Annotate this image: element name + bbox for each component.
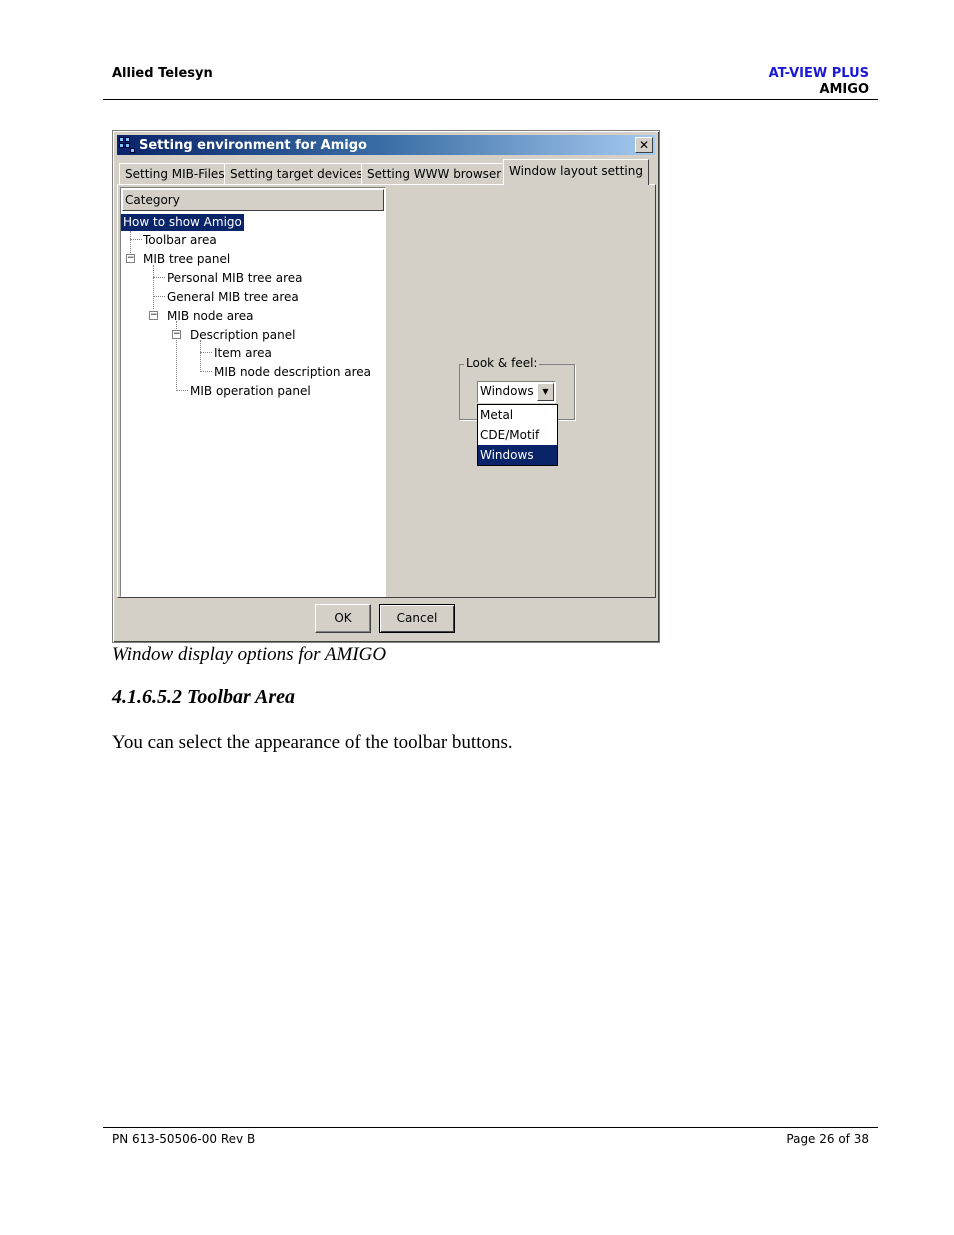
expander-minus-icon[interactable]: − [149,311,158,320]
tab-setting-mib-files[interactable]: Setting MIB-Files [119,163,231,185]
chevron-down-icon[interactable]: ▼ [537,383,554,401]
tree-line [153,277,165,278]
option-windows[interactable]: Windows [478,445,557,465]
header-module: AMIGO [819,82,869,97]
tree-node-mib-tree-panel[interactable]: MIB tree panel [143,251,230,268]
header-company: Allied Telesyn [112,66,213,81]
close-icon[interactable]: ✕ [635,137,653,153]
tree-line [200,371,212,372]
ok-button[interactable]: OK [315,604,371,633]
look-feel-select[interactable]: Windows ▼ [477,381,556,403]
settings-dialog: Setting environment for Amigo ✕ Setting … [112,130,660,643]
tree-node-how-to-show-amigo[interactable]: How to show Amigo [121,214,244,231]
look-feel-selected-value: Windows [480,384,534,398]
tree-node-personal-mib-tree-area[interactable]: Personal MIB tree area [167,270,302,287]
tree-line [130,239,142,240]
option-metal[interactable]: Metal [478,405,557,425]
tree-node-mib-node-description-area[interactable]: MIB node description area [214,364,371,381]
footer-rule [103,1127,878,1128]
tree-line [153,265,154,309]
dialog-titlebar[interactable]: Setting environment for Amigo ✕ [117,135,655,155]
figure-caption: Window display options for AMIGO [112,644,387,665]
tab-strip: Setting MIB-Files Setting target devices… [119,159,653,185]
tree-node-description-panel[interactable]: Description panel [190,327,295,344]
expander-minus-icon[interactable]: − [172,330,181,339]
footer-part-number: PN 613-50506-00 Rev B [112,1132,256,1146]
tree-line [200,352,212,353]
option-cde-motif[interactable]: CDE/Motif [478,425,557,445]
tab-setting-www-browser[interactable]: Setting WWW browser [361,163,508,185]
body-paragraph: You can select the appearance of the too… [112,732,513,753]
dialog-title: Setting environment for Amigo [139,137,367,153]
tree-node-toolbar-area[interactable]: Toolbar area [143,232,217,249]
header-product: AT-VIEW PLUS [768,66,869,81]
category-header[interactable]: Category [122,189,384,211]
tab-setting-target-devices[interactable]: Setting target devices [224,163,369,185]
cancel-button[interactable]: Cancel [379,604,455,633]
tab-window-layout-setting[interactable]: Window layout setting [503,159,649,185]
category-tree[interactable]: Category − − − How to show Amigo Toolbar… [120,187,386,597]
look-feel-label: Look & feel: [464,356,540,370]
tree-node-mib-operation-panel[interactable]: MIB operation panel [190,383,311,400]
tree-line [200,340,201,372]
look-feel-dropdown: Metal CDE/Motif Windows [477,404,558,466]
tree-node-general-mib-tree-area[interactable]: General MIB tree area [167,289,299,306]
tree-line [153,296,165,297]
tree-node-mib-node-area[interactable]: MIB node area [167,308,253,325]
footer-page-number: Page 26 of 38 [786,1132,869,1146]
expander-minus-icon[interactable]: − [126,254,135,263]
tab-panel: Category − − − How to show Amigo Toolbar… [117,184,656,598]
section-heading: 4.1.6.5.2 Toolbar Area [112,686,295,708]
tree-node-item-area[interactable]: Item area [214,345,272,362]
header-product-block: AT-VIEW PLUS AMIGO [769,66,869,98]
app-icon [119,136,136,154]
tree-line [176,390,188,391]
header-rule [103,99,878,100]
